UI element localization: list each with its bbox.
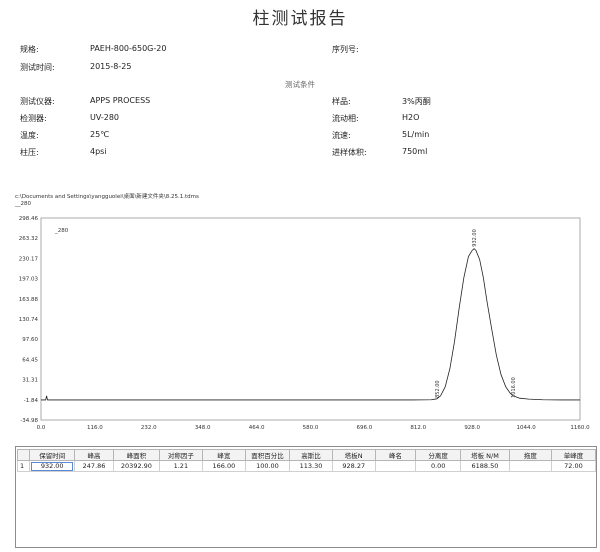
table-cell[interactable]: 1 xyxy=(16,460,31,472)
x-tick-label: 696.0 xyxy=(357,425,373,431)
results-column-header[interactable]: 面积百分比 xyxy=(244,449,291,461)
x-tick-label: 0.0 xyxy=(37,425,46,431)
y-tick-label: 230.17 xyxy=(19,256,39,262)
results-column-header[interactable]: 峰面积 xyxy=(113,449,160,461)
results-table[interactable]: 保留时间 峰高 峰面积 对称因子 峰宽 面积百分比 高斯比 塔板N 峰名 分离度 塔板 N/M 拖度单… xyxy=(16,449,597,472)
results-column-header[interactable]: 峰高 xyxy=(73,449,115,461)
x-tick-label: 928.0 xyxy=(464,425,480,431)
detector-value: UV-280 xyxy=(90,113,120,122)
y-tick-label: 163.88 xyxy=(19,297,39,303)
spec-value: PAEH-800-650G-20 xyxy=(90,44,167,53)
y-tick-label: 64.45 xyxy=(22,357,38,363)
y-tick-label: 197.03 xyxy=(19,277,39,283)
results-column-header[interactable]: 保留时间 xyxy=(29,449,75,461)
table-cell[interactable]: 1.21 xyxy=(158,460,204,472)
table-cell[interactable]: 166.00 xyxy=(202,460,246,472)
pressure-label: 柱压: xyxy=(20,148,39,157)
temperature-value: 25℃ xyxy=(90,130,110,139)
table-cell[interactable]: 20392.90 xyxy=(113,460,160,472)
instrument-label: 测试仪器: xyxy=(20,97,55,106)
results-column-header[interactable]: 对称因子 xyxy=(158,449,204,461)
flow-rate-label: 流速: xyxy=(332,131,351,140)
injection-volume-label: 进样体积: xyxy=(332,148,367,157)
results-column-header[interactable]: 峰宽 xyxy=(202,449,246,461)
x-tick-label: 464.0 xyxy=(249,425,265,431)
results-header-row: 保留时间 峰高 峰面积 对称因子 峰宽 面积百分比 高斯比 塔板N 峰名 分离度 塔板 N/M 拖度单… xyxy=(16,449,597,461)
temperature-label: 温度: xyxy=(20,131,39,140)
chart-legend: __280 xyxy=(15,201,31,207)
flow-rate-value: 5L/min xyxy=(402,130,430,139)
instrument-value: APPS PROCESS xyxy=(90,96,151,105)
table-cell[interactable]: 100.00 xyxy=(244,460,291,472)
table-cell[interactable]: 932.00 xyxy=(29,460,75,472)
chart-axes xyxy=(40,217,581,421)
table-cell[interactable] xyxy=(508,460,552,472)
table-cell[interactable]: 247.86 xyxy=(73,460,115,472)
results-column-header[interactable] xyxy=(16,449,31,461)
y-tick-label: -1.84 xyxy=(24,398,39,404)
y-tick-label: 31.31 xyxy=(22,378,38,384)
serial-label: 序列号: xyxy=(332,45,359,54)
results-column-header[interactable]: 单峰度 xyxy=(550,449,597,461)
table-cell[interactable]: 0.00 xyxy=(415,460,462,472)
injection-volume-value: 750ml xyxy=(402,147,428,156)
x-tick-label: 812.0 xyxy=(410,425,426,431)
peak-annotation: 1016.00 xyxy=(511,377,517,398)
results-column-header[interactable]: 塔板 N/M xyxy=(460,449,510,461)
peak-annotation: 932.00 xyxy=(472,229,478,247)
x-tick-label: 232.0 xyxy=(141,425,157,431)
report-title: 柱测试报告 xyxy=(252,9,348,29)
peak-annotation: 852.00 xyxy=(435,380,441,398)
results-table-panel[interactable]: 保留时间 峰高 峰面积 对称因子 峰宽 面积百分比 高斯比 塔板N 峰名 分离度 塔板 N/M 拖度单… xyxy=(15,446,597,548)
results-column-header[interactable]: 塔板N xyxy=(331,449,376,461)
results-column-header[interactable]: 峰名 xyxy=(374,449,417,461)
table-cell[interactable]: 928.27 xyxy=(331,460,376,472)
spec-label: 规格: xyxy=(20,45,39,54)
series-inner-label: _280 xyxy=(54,228,69,234)
test-time-value: 2015-8-25 xyxy=(90,62,132,71)
mobile-phase-label: 流动相: xyxy=(332,114,359,123)
test-time-label: 测试时间: xyxy=(20,63,55,72)
table-cell[interactable]: 72.00 xyxy=(550,460,597,472)
x-tick-label: 580.0 xyxy=(303,425,319,431)
chromatogram-chart: 298.46 263.32 230.17 197.03 163.88 130.74 97.6… xyxy=(19,216,590,431)
x-tick-label: 1044.0 xyxy=(516,425,536,431)
results-column-header[interactable]: 高斯比 xyxy=(289,449,333,461)
plot-frame xyxy=(40,217,581,421)
detector-label: 检测器: xyxy=(20,114,47,123)
table-cell[interactable]: 6188.50 xyxy=(460,460,510,472)
y-tick-label: 298.46 xyxy=(19,216,39,222)
results-column-header[interactable]: 拖度 xyxy=(508,449,552,461)
x-tick-label: 116.0 xyxy=(87,425,103,431)
table-cell[interactable]: 113.30 xyxy=(289,460,333,472)
sample-label: 样品: xyxy=(332,97,351,106)
table-cell[interactable] xyxy=(374,460,417,472)
x-tick-label: 348.0 xyxy=(195,425,211,431)
conditions-title: 测试条件 xyxy=(285,80,315,89)
results-column-header[interactable]: 分离度 xyxy=(415,449,462,461)
chart-file-path: c:\Documents and Settings\yangguolei\桌面\… xyxy=(15,194,199,200)
table-row[interactable]: 1 932.00 247.86 20392.90 1.21 166.00 100.00 113… xyxy=(16,460,597,472)
y-tick-label: -34.98 xyxy=(20,418,38,424)
pressure-value: 4psi xyxy=(90,147,107,156)
y-tick-label: 97.60 xyxy=(22,337,38,343)
sample-value: 3%丙酮 xyxy=(402,97,431,106)
x-tick-label: 1160.0 xyxy=(570,425,590,431)
mobile-phase-value: H2O xyxy=(402,113,420,122)
y-tick-label: 130.74 xyxy=(19,317,39,323)
y-tick-label: 263.32 xyxy=(19,236,38,242)
